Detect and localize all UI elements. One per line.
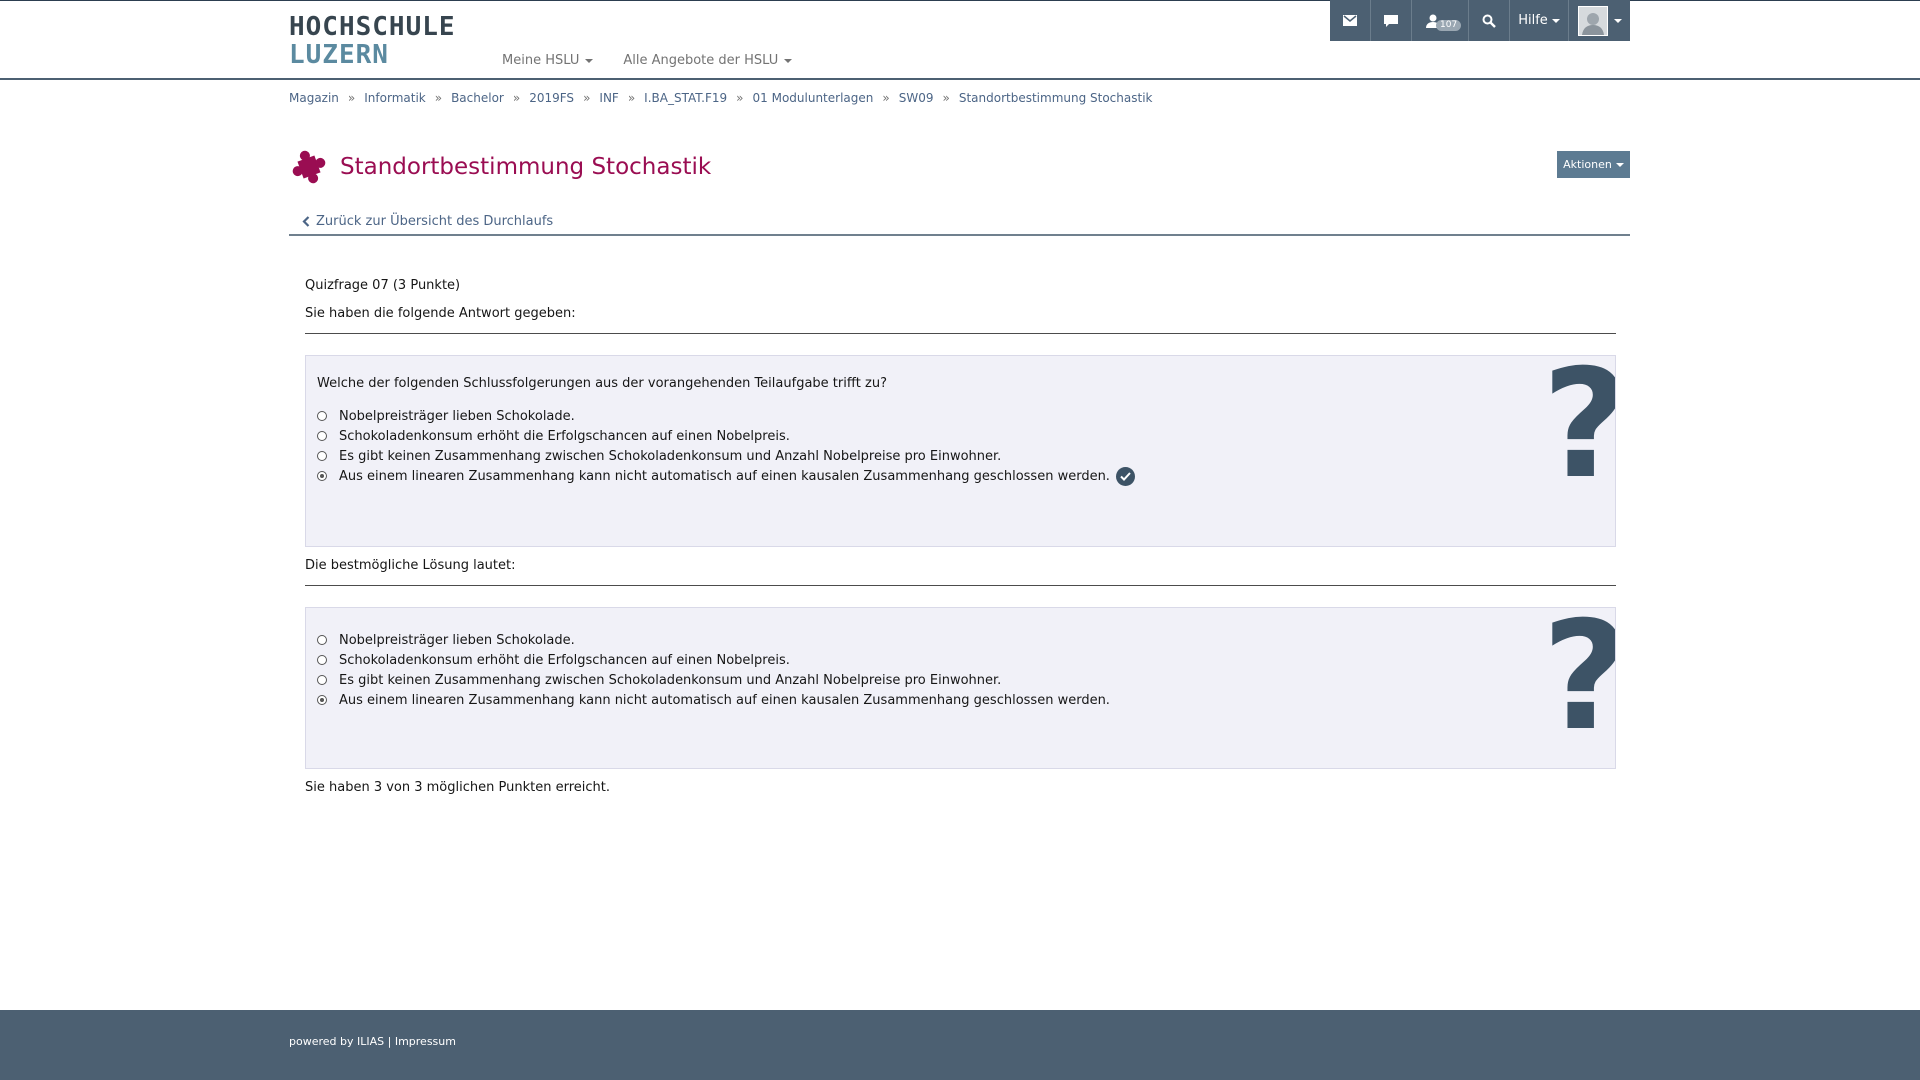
- section-divider: [289, 234, 1630, 236]
- radio-button: [317, 655, 327, 665]
- answer-options: Nobelpreisträger lieben Schokolade. Scho…: [317, 406, 1135, 486]
- impressum-link[interactable]: Impressum: [395, 1035, 456, 1048]
- breadcrumb-separator: »: [736, 91, 744, 105]
- chevron-left-icon: [302, 216, 310, 227]
- option-label: Nobelpreisträger lieben Schokolade.: [339, 632, 575, 648]
- question-mark-icon: ?: [1542, 356, 1615, 500]
- breadcrumb-separator: »: [882, 91, 890, 105]
- divider: [305, 585, 1616, 586]
- breadcrumb-separator: »: [942, 91, 950, 105]
- option-label: Aus einem linearen Zusammenhang kann nic…: [339, 692, 1110, 708]
- divider: [305, 333, 1616, 334]
- breadcrumb-item[interactable]: Bachelor: [451, 91, 504, 105]
- hslu-logo[interactable]: HOCHSCHULE LUZERN: [289, 13, 456, 69]
- breadcrumb-separator: »: [627, 91, 636, 105]
- solution-option: Es gibt keinen Zusammenhang zwischen Sch…: [317, 670, 1110, 690]
- breadcrumb-separator: »: [347, 91, 356, 105]
- solution-options: Nobelpreisträger lieben Schokolade. Scho…: [317, 630, 1110, 710]
- radio-button-checked: [317, 695, 327, 705]
- solution-option-correct: Aus einem linearen Zusammenhang kann nic…: [317, 690, 1110, 710]
- radio-button: [317, 451, 327, 461]
- radio-button: [317, 675, 327, 685]
- solution-option: Nobelpreisträger lieben Schokolade.: [317, 630, 1110, 650]
- nav-label: Meine HSLU: [502, 53, 580, 68]
- question-title: Quizfrage 07 (3 Punkte): [305, 278, 461, 293]
- score-result: Sie haben 3 von 3 möglichen Punkten erre…: [305, 780, 610, 795]
- option-label: Nobelpreisträger lieben Schokolade.: [339, 408, 575, 424]
- mail-button[interactable]: [1330, 0, 1371, 41]
- radio-button: [317, 635, 327, 645]
- given-answer-label: Sie haben die folgende Antwort gegeben:: [305, 306, 576, 321]
- breadcrumb-item-current[interactable]: Standortbestimmung Stochastik: [959, 91, 1153, 105]
- user-profile-menu[interactable]: [1569, 0, 1630, 41]
- avatar: [1577, 5, 1608, 36]
- puzzle-icon: [292, 150, 326, 184]
- page-title-row: Standortbestimmung Stochastik: [292, 150, 711, 184]
- answer-option: Nobelpreisträger lieben Schokolade.: [317, 406, 1135, 426]
- breadcrumb: Magazin » Informatik » Bachelor » 2019FS…: [289, 91, 1152, 105]
- help-menu-button[interactable]: Hilfe: [1510, 0, 1569, 41]
- radio-button-checked: [317, 471, 327, 481]
- logo-line-1: HOCHSCHULE: [289, 12, 456, 42]
- top-toolbar: 107 Hilfe: [1330, 0, 1630, 41]
- solution-option: Schokoladenkonsum erhöht die Erfolgschan…: [317, 650, 1110, 670]
- breadcrumb-separator: »: [583, 91, 591, 105]
- caret-down-icon: [1613, 18, 1622, 23]
- breadcrumb-item[interactable]: Informatik: [364, 91, 425, 105]
- caret-down-icon: [585, 58, 594, 63]
- envelope-icon: [1343, 15, 1357, 26]
- actions-dropdown-button[interactable]: Aktionen: [1557, 151, 1630, 178]
- caret-down-icon: [1551, 18, 1560, 23]
- avatar-person-icon: [1581, 12, 1604, 35]
- breadcrumb-item[interactable]: I.BA_STAT.F19: [644, 91, 727, 105]
- option-label: Schokoladenkonsum erhöht die Erfolgschan…: [339, 652, 790, 668]
- nav-alle-angebote[interactable]: Alle Angebote der HSLU: [623, 53, 793, 68]
- caret-down-icon: [1615, 162, 1624, 167]
- breadcrumb-separator: »: [512, 91, 521, 105]
- footer-links: powered by ILIAS | Impressum: [289, 1035, 456, 1048]
- answer-option: Es gibt keinen Zusammenhang zwischen Sch…: [317, 446, 1135, 466]
- caret-down-icon: [784, 58, 793, 63]
- breadcrumb-item[interactable]: SW09: [899, 91, 934, 105]
- breadcrumb-separator: »: [434, 91, 443, 105]
- breadcrumb-item[interactable]: Magazin: [289, 91, 339, 105]
- correct-checkmark-icon: [1115, 466, 1135, 486]
- breadcrumb-item[interactable]: 2019FS: [529, 91, 574, 105]
- header: HOCHSCHULE LUZERN Meine HSLU Alle Angebo…: [0, 1, 1920, 80]
- footer: powered by ILIAS | Impressum: [0, 1010, 1920, 1080]
- breadcrumb-item[interactable]: INF: [599, 91, 618, 105]
- option-label: Aus einem linearen Zusammenhang kann nic…: [339, 468, 1110, 484]
- chat-button[interactable]: [1371, 0, 1412, 41]
- contacts-button[interactable]: 107: [1412, 0, 1469, 41]
- footer-separator: |: [384, 1035, 395, 1048]
- contacts-count-badge: 107: [1436, 20, 1462, 31]
- question-text: Welche der folgenden Schlussfolgerungen …: [317, 376, 887, 391]
- given-answer-box: ? Welche der folgenden Schlussfolgerunge…: [305, 355, 1616, 547]
- nav-meine-hslu[interactable]: Meine HSLU: [502, 53, 594, 68]
- radio-button: [317, 411, 327, 421]
- search-icon: [1482, 14, 1496, 28]
- option-label: Es gibt keinen Zusammenhang zwischen Sch…: [339, 672, 1002, 688]
- answer-option: Schokoladenkonsum erhöht die Erfolgschan…: [317, 426, 1135, 446]
- breadcrumb-item[interactable]: 01 Modulunterlagen: [753, 91, 874, 105]
- help-label: Hilfe: [1518, 13, 1548, 28]
- chat-bubble-icon: [1384, 14, 1398, 27]
- option-label: Schokoladenkonsum erhöht die Erfolgschan…: [339, 428, 790, 444]
- option-label: Es gibt keinen Zusammenhang zwischen Sch…: [339, 448, 1002, 464]
- best-solution-box: ? Nobelpreisträger lieben Schokolade. Sc…: [305, 607, 1616, 769]
- actions-label: Aktionen: [1563, 158, 1612, 171]
- page-title: Standortbestimmung Stochastik: [340, 154, 712, 180]
- answer-option-selected: Aus einem linearen Zusammenhang kann nic…: [317, 466, 1135, 486]
- best-solution-label: Die bestmögliche Lösung lautet:: [305, 558, 516, 573]
- question-mark-icon: ?: [1542, 608, 1615, 752]
- logo-line-2: LUZERN: [289, 40, 389, 70]
- radio-button: [317, 431, 327, 441]
- powered-by-ilias-link[interactable]: powered by ILIAS: [289, 1035, 384, 1048]
- back-to-overview-link[interactable]: Zurück zur Übersicht des Durchlaufs: [302, 214, 553, 229]
- main-navigation: Meine HSLU Alle Angebote der HSLU: [502, 53, 793, 68]
- search-button[interactable]: [1469, 0, 1510, 41]
- back-link-label: Zurück zur Übersicht des Durchlaufs: [316, 214, 554, 229]
- nav-label: Alle Angebote der HSLU: [623, 53, 779, 68]
